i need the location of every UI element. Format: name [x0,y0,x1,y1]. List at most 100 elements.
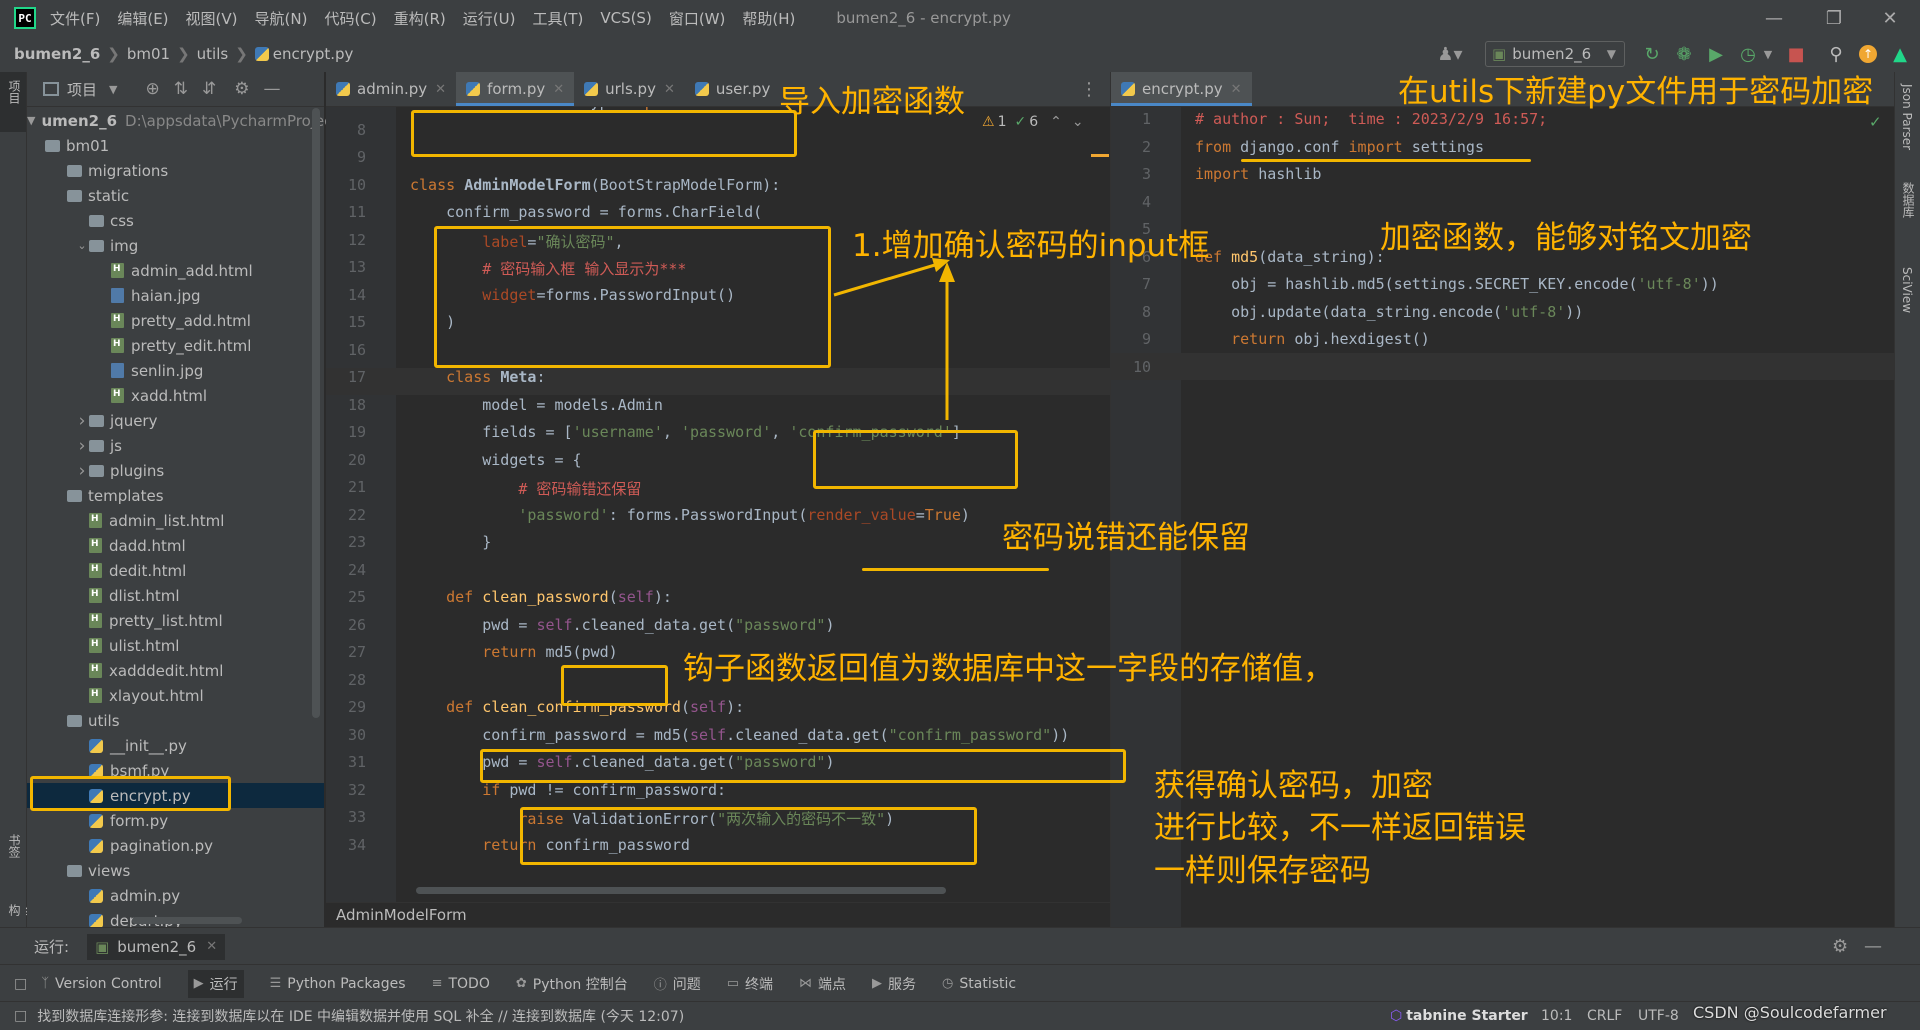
code-line[interactable]: model = models.Admin [410,396,663,414]
menu-help[interactable]: 帮助(H) [742,8,795,29]
stripe-bookmarks[interactable]: 书签 [6,834,23,858]
menu-refactor[interactable]: 重构(R) [394,8,446,29]
stripe-json-parser[interactable]: Json Parser [1900,84,1914,150]
stripe-sciview[interactable]: SciView [1900,267,1914,313]
menu-file[interactable]: 文件(F) [50,8,100,29]
project-panel-title[interactable]: 项目 [67,79,97,100]
chevron-down-icon[interactable]: ⌄ [75,239,89,252]
tree-item[interactable]: xadd.html [27,383,324,408]
run-tab[interactable]: ▣ bumen2_6 ✕ [87,933,226,960]
tree-item[interactable]: ⌄ img [27,233,324,258]
tool-services[interactable]: ▶ 服务 [872,974,916,994]
menu-code[interactable]: 代码(C) [324,8,376,29]
code-line[interactable]: } [410,533,491,551]
close-tab-icon[interactable]: ✕ [206,939,217,954]
stripe-project[interactable]: 项目 [6,80,23,104]
code-line[interactable]: if pwd != confirm_password: [410,781,726,799]
menu-window[interactable]: 窗口(W) [669,8,726,29]
menu-edit[interactable]: 编辑(E) [117,8,168,29]
tree-item[interactable]: xadddedit.html [27,658,324,683]
tab-form-py[interactable]: form.py ✕ [456,72,575,106]
tool-python-console[interactable]: ✿ Python 控制台 [516,974,628,994]
tree-item[interactable]: pagination.py [27,833,324,858]
tool-python-packages[interactable]: ☰ Python Packages [270,976,406,992]
tree-item[interactable]: dlist.html [27,583,324,608]
code-line[interactable]: confirm_password = md5(self.cleaned_data… [410,726,1069,744]
code-line[interactable]: obj = hashlib.md5(settings.SECRET_KEY.en… [1195,275,1719,293]
tree-item[interactable]: ulist.html [27,633,324,658]
more-tabs-icon[interactable]: ⋮ [1080,72,1098,106]
code-line[interactable]: import hashlib [1195,165,1321,183]
code-breadcrumb[interactable]: AdminModelForm [326,902,1110,927]
toggle-panel-icon[interactable]: □ [14,1008,27,1024]
expand-all-icon[interactable]: ⇅ [174,79,188,99]
code-line[interactable]: obj.update(data_string.encode('utf-8')) [1195,303,1583,321]
close-tab-icon[interactable]: ✕ [553,82,564,97]
breadcrumb-bm01[interactable]: bm01 [127,45,170,63]
tree-item[interactable]: bm01 [27,133,324,158]
close-tab-icon[interactable]: ✕ [435,82,446,97]
menu-navigate[interactable]: 导航(N) [255,8,308,29]
tab-encrypt-py[interactable]: encrypt.py ✕ [1111,72,1252,106]
tree-item[interactable]: templates [27,483,324,508]
line-separator[interactable]: CRLF [1587,1008,1622,1024]
tree-item[interactable]: pretty_list.html [27,608,324,633]
tree-scrollbar[interactable] [312,108,320,718]
close-tab-icon[interactable]: ✕ [664,82,675,97]
tree-h-scrollbar[interactable] [132,917,242,924]
code-line[interactable]: from django.conf import settings [1195,138,1484,156]
code-line[interactable]: return md5(pwd) [410,643,617,661]
menu-vcs[interactable]: VCS(S) [600,9,651,27]
tree-root[interactable]: ▼ umen2_6 D:\appsdata\PycharmProjects\ [27,108,351,133]
tree-item[interactable]: utils [27,708,324,733]
run-config-select[interactable]: ▣ bumen2_6 ▼ [1485,41,1625,67]
tree-item[interactable]: views [27,858,324,883]
chevron-down-icon[interactable]: ▼ [109,83,117,96]
tool-todo[interactable]: ≡ TODO [432,976,490,992]
breadcrumb-utils[interactable]: utils [197,45,229,63]
code-line[interactable]: def md5(data_string): [1195,248,1385,266]
tool-terminal[interactable]: ▭ 终端 [727,974,773,994]
tree-item[interactable]: haian.jpg [27,283,324,308]
tree-item[interactable]: form.py [27,808,324,833]
code-line[interactable]: widgets = { [410,451,581,469]
tree-item[interactable]: › js [27,433,324,458]
menu-tools[interactable]: 工具(T) [532,8,583,29]
code-line[interactable]: class Meta: [410,368,545,386]
tree-item[interactable]: admin.py [27,883,324,908]
breadcrumb-class[interactable]: AdminModelForm [336,906,467,924]
tree-item[interactable]: › jquery [27,408,324,433]
breadcrumb-file[interactable]: encrypt.py [273,45,354,63]
tree-item[interactable]: admin_list.html [27,508,324,533]
code-line[interactable]: return obj.hexdigest() [1195,330,1430,348]
chevron-right-icon[interactable]: › [75,461,89,481]
tree-item[interactable]: › plugins [27,458,324,483]
collapse-all-icon[interactable]: ⇵ [202,79,216,99]
tree-item[interactable]: xlayout.html [27,683,324,708]
tool-problems[interactable]: ⓘ 问题 [654,974,701,994]
tree-item[interactable]: migrations [27,158,324,183]
chevron-right-icon[interactable]: › [75,411,89,431]
tool-run[interactable]: ▶ 运行 [187,969,244,998]
chevron-down-icon[interactable]: ⌄ [1072,114,1084,130]
tool-version-control[interactable]: ᛉ Version Control [41,976,161,992]
tree-item[interactable]: css [27,208,324,233]
tree-item[interactable]: senlin.jpg [27,358,324,383]
inspection-widget[interactable]: ⚠ 1 ✓ 6 ⌃ ⌄ [982,114,1084,130]
code-line[interactable]: # 密码输错还保留 [410,478,641,499]
code-line[interactable]: # author : Sun; time : 2023/2/9 16:57; [1195,110,1547,128]
tree-item[interactable]: pretty_edit.html [27,333,324,358]
status-message[interactable]: 找到数据库连接形参: 连接到数据库以在 IDE 中编辑数据并使用 SQL 补全 … [37,1006,684,1026]
tool-statistic[interactable]: ◷ Statistic [942,976,1016,992]
restore-icon[interactable]: ❐ [1804,0,1864,36]
tool-endpoints[interactable]: ⋈ 端点 [799,974,846,994]
chevron-up-icon[interactable]: ⌃ [1050,114,1062,130]
breadcrumb-project[interactable]: bumen2_6 [14,45,100,63]
code-line[interactable]: confirm_password = forms.CharField( [410,203,762,221]
stripe-database[interactable]: 数据库 [1900,182,1917,218]
close-icon[interactable]: ✕ [1860,0,1920,36]
tree-item[interactable]: static [27,183,324,208]
code-line[interactable]: pwd = self.cleaned_data.get("password") [410,616,834,634]
tree-item[interactable]: pretty_add.html [27,308,324,333]
plugin-icon[interactable]: ▲ [1886,36,1914,72]
